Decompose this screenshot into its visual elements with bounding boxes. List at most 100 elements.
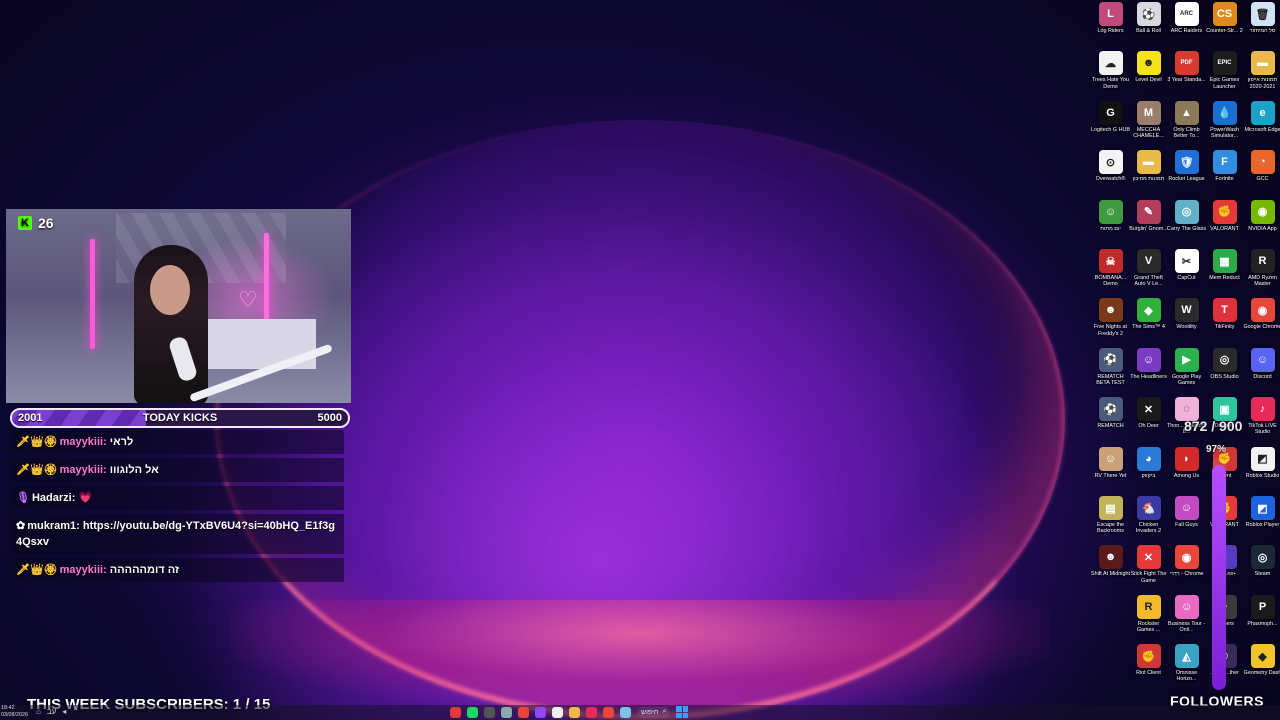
desktop-shortcut[interactable]: ✕ Stick Fight The Game: [1130, 545, 1167, 592]
desktop-shortcut[interactable]: R Rockster Games ...: [1130, 594, 1167, 642]
chat-text: לראי: [109, 436, 134, 448]
desktop-shortcut[interactable]: T TikFinity: [1206, 298, 1243, 345]
desktop-shortcut[interactable]: ◎ Carry The Glass: [1167, 199, 1206, 247]
network-icon[interactable]: ⌂: [36, 707, 41, 716]
desktop-shortcut[interactable]: ◉ Google Chrome: [1243, 298, 1280, 345]
desktop-shortcut[interactable]: F Fortnite: [1206, 150, 1243, 197]
desktop-shortcut[interactable]: ARC ARC Raiders: [1168, 2, 1205, 49]
desktop-shortcut[interactable]: ▶ Google Play Games: [1168, 347, 1205, 395]
desktop-shortcut[interactable]: ☻ Level Devil: [1130, 51, 1167, 98]
desktop-shortcut[interactable]: ⚽ Ball & Roll: [1130, 2, 1167, 49]
desktop-shortcut[interactable]: ◩ Roblox Player: [1244, 496, 1280, 543]
desktop-shortcut[interactable]: ◩ Roblox Studio: [1244, 446, 1280, 494]
taskbar-app-red-app[interactable]: [450, 706, 461, 718]
taskbar-app-chrome-2[interactable]: [603, 706, 614, 718]
desktop-shortcut[interactable]: ▬ תמונות אייפון 2020-2021: [1244, 51, 1280, 98]
desktop-shortcut[interactable]: ☺ The Headliners: [1130, 347, 1167, 395]
desktop-shortcut[interactable]: ☺ Discord: [1244, 347, 1280, 395]
only-climb-icon: ▲: [1174, 100, 1199, 125]
counter-strike-icon: CS: [1212, 2, 1237, 26]
rv-there-yet-icon: ☺: [1098, 446, 1123, 471]
taskbar-app-widget[interactable]: [620, 706, 631, 718]
desktop-shortcut[interactable]: ◕ ביקווק: [1130, 446, 1167, 494]
desktop-shortcut[interactable]: ⚽ REMATCH BETA TEST: [1092, 347, 1129, 395]
desktop-shortcut[interactable]: ▦ Mem Reduct: [1206, 249, 1243, 296]
kicks-goal-target: 5000: [317, 412, 342, 424]
taskbar-app-twitch[interactable]: [535, 706, 546, 718]
taskbar-language[interactable]: עב: [47, 707, 56, 716]
desktop-icon-grid: L Log Riders ⚽ Ball & Roll ARC ARC Raiders CS C…: [1091, 2, 1280, 692]
desktop-shortcut[interactable]: ◆ Geometry Dash: [1244, 644, 1280, 691]
chat-badges: 🎙: [16, 492, 30, 504]
desktop-shortcut[interactable]: CS Counter-Str... 2: [1206, 2, 1243, 49]
desktop-shortcut[interactable]: ☺ RV There Yet: [1092, 446, 1129, 494]
desktop-shortcut[interactable]: ◉ NVIDIA App: [1244, 199, 1280, 247]
desktop-shortcut[interactable]: W Wootility: [1168, 298, 1205, 345]
desktop-shortcut-label: REMATCH: [1097, 423, 1124, 430]
desktop-shortcut[interactable]: ▲ Only Climb Better To...: [1168, 100, 1205, 148]
desktop-shortcut[interactable]: ⊙ Overwatch®: [1092, 150, 1129, 197]
chat-text: 💗: [78, 492, 93, 504]
desktop-shortcut[interactable]: ◎ OBS Studio: [1206, 347, 1243, 395]
chat-username: mayykiii: [59, 464, 104, 476]
desktop-shortcut[interactable]: PDF 3 Year Standa...: [1167, 51, 1206, 98]
desktop-shortcut[interactable]: ☺ Fall Guys: [1168, 496, 1205, 543]
start-button[interactable]: [676, 706, 689, 718]
search-icon: ⌕: [662, 708, 667, 715]
chat-message: ✿ mukram1: https://youtu.be/dg-YTxBV6U4?s…: [10, 514, 344, 554]
desktop-shortcut[interactable]: ◗ Among Us: [1168, 446, 1205, 494]
desktop-shortcut[interactable]: G Logitech G HUB: [1091, 100, 1130, 148]
desktop-shortcut[interactable]: ◔ GCC: [1244, 150, 1280, 197]
desktop-shortcut[interactable]: ▤ Escape the Backrooms: [1092, 496, 1129, 543]
desktop-shortcut[interactable]: ☠ BOMBANA... Demo: [1092, 249, 1129, 296]
taskbar-app-settings[interactable]: [501, 706, 512, 718]
desktop-shortcut[interactable]: ◉ רדרי - Chrome: [1168, 545, 1205, 592]
taskbar-app-chrome[interactable]: [518, 706, 529, 718]
taskbar-app-folder[interactable]: [569, 706, 580, 718]
desktop-shortcut[interactable]: 💧 PowerWash Simulator...: [1206, 100, 1243, 148]
desktop-shortcut[interactable]: e Microsoft Edge: [1244, 100, 1280, 148]
desktop-shortcut[interactable]: ✂ CapCut: [1168, 249, 1205, 296]
desktop-shortcut-label: NVIDIA App: [1248, 225, 1277, 232]
desktop-shortcut[interactable]: ✊VALORANT: [1206, 199, 1243, 247]
chat-separator: :: [71, 492, 76, 504]
epic-games-icon: EPIC: [1212, 51, 1237, 76]
desktop-shortcut[interactable]: ◆ The Sims™ 4: [1130, 298, 1167, 345]
desktop-shortcut[interactable]: M MECCHA CHAMELE...: [1130, 100, 1167, 148]
desktop-shortcut[interactable]: ✎ Burglin' Gnom...: [1129, 199, 1168, 247]
desktop-shortcut[interactable]: ☺ Business Tour - Onli...: [1168, 594, 1205, 642]
desktop-shortcut[interactable]: ☻ Shift At Midnight: [1091, 545, 1130, 592]
desktop-shortcut[interactable]: ▬ תמונות מהיכון: [1130, 150, 1167, 197]
chat-separator: :: [76, 520, 80, 532]
desktop-shortcut[interactable]: ◭ Omnisse Horizo...: [1168, 644, 1205, 691]
taskbar-app-capcut[interactable]: [552, 706, 563, 718]
desktop-shortcut[interactable]: 🛡 Rocket League: [1168, 150, 1205, 197]
taskbar-app-spotify[interactable]: [467, 706, 478, 718]
desktop-shortcut[interactable]: V Grand Theft Auto V Le...: [1130, 249, 1167, 296]
chevron-up-icon[interactable]: ⌃: [72, 707, 79, 716]
desktop-shortcut[interactable]: R AMD Ryzen Master: [1244, 249, 1280, 296]
volume-icon[interactable]: ◂: [62, 707, 66, 716]
desktop-shortcut[interactable]: L Log Riders: [1092, 2, 1129, 49]
taskbar-search[interactable]: חיפוש ⌕: [637, 706, 671, 718]
desktop-shortcut[interactable]: EPIC Epic Games Launcher: [1206, 51, 1243, 98]
desktop-shortcut[interactable]: ☺ יום מתות: [1092, 199, 1129, 247]
desktop-shortcut[interactable]: ✊ Riot Client: [1130, 644, 1167, 691]
desktop-shortcut[interactable]: ◎ Steam: [1244, 545, 1280, 592]
desktop-shortcut[interactable]: ☻ Five Nights at Freddy's 2: [1092, 298, 1129, 345]
taskbar-clock[interactable]: 18:42 03/08/2026: [0, 705, 28, 719]
chicken-invaders-icon: 🐔: [1136, 496, 1161, 520]
desktop-shortcut[interactable]: 🐔 Chicken Invaders 2: [1130, 496, 1167, 543]
desktop-shortcut[interactable]: ♪ TikTok LIVE Studio: [1244, 397, 1280, 444]
desktop-shortcut[interactable]: ☁ Trees Hate You Demo: [1092, 51, 1129, 98]
desktop-shortcut[interactable]: ⚽ REMATCH: [1092, 397, 1129, 444]
desktop-shortcut[interactable]: 🗑 סל המיחזור: [1244, 2, 1280, 49]
taskbar-app-obs[interactable]: [484, 706, 495, 718]
wallpaper-glow: [230, 600, 1050, 710]
business-tour-icon: ☺: [1174, 594, 1199, 619]
desktop-shortcut-label: Riot Client: [1136, 670, 1161, 677]
taskbar-app-tiktok[interactable]: [586, 706, 597, 718]
desktop-shortcut[interactable]: ✕ Oh Deer: [1130, 397, 1167, 444]
desktop-shortcut[interactable]: P Phasmoph...: [1244, 594, 1280, 642]
desktop-shortcut-label: Google Chrome: [1243, 324, 1280, 331]
